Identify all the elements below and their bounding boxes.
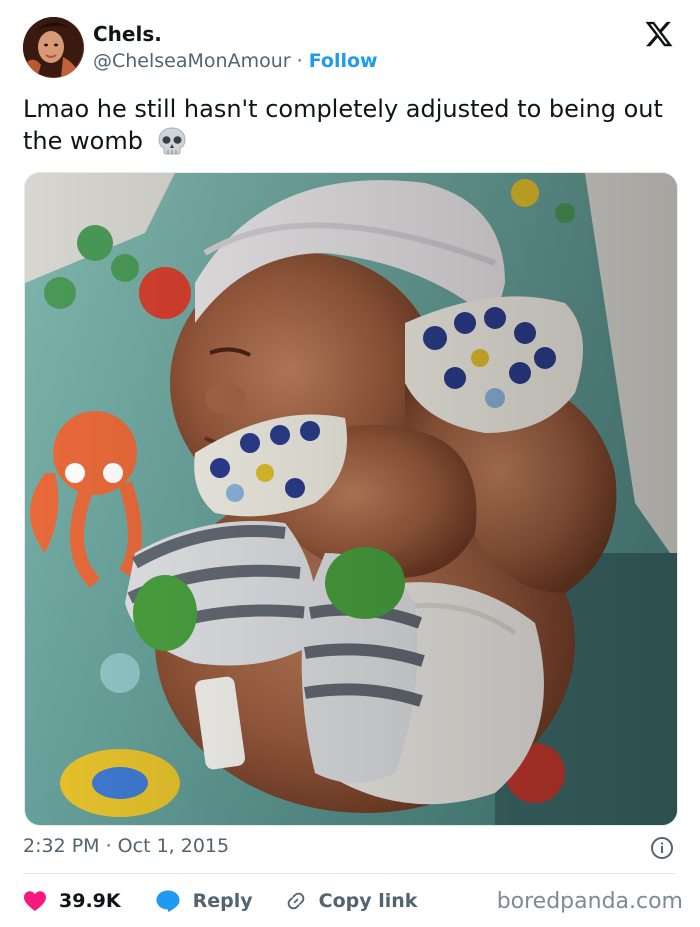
tweet-text: Lmao he still hasn't completely adjusted… [23, 95, 663, 155]
tweet-text-block: Lmao he still hasn't completely adjusted… [23, 93, 673, 163]
reply-button[interactable]: Reply [155, 889, 253, 913]
like-count: 39.9K [59, 890, 121, 912]
copy-link-button[interactable]: Copy link [285, 890, 418, 912]
author-handle[interactable]: @ChelseaMonAmour [93, 50, 291, 72]
separator: · [296, 50, 303, 72]
reply-label: Reply [192, 890, 253, 912]
follow-button[interactable]: Follow [309, 50, 378, 72]
tweet-photo[interactable] [24, 172, 678, 826]
copy-link-label: Copy link [318, 890, 418, 912]
tweet-actions: 39.9K Reply Copy link [23, 884, 417, 918]
heart-icon [24, 891, 46, 911]
author-handle-row: @ChelseaMonAmour · Follow [93, 50, 378, 72]
divider [23, 873, 676, 874]
tweet-timestamp[interactable]: 2:32 PM · Oct 1, 2015 [23, 835, 229, 857]
info-icon[interactable] [650, 836, 674, 860]
reply-bubble-icon [156, 890, 180, 912]
link-icon [287, 892, 304, 910]
x-logo-icon[interactable] [643, 19, 675, 49]
like-button[interactable]: 39.9K [23, 890, 121, 912]
watermark: boredpanda.com [496, 889, 683, 914]
avatar[interactable] [23, 17, 84, 78]
skull-emoji-icon [157, 127, 187, 163]
author-name[interactable]: Chels. [93, 22, 162, 46]
